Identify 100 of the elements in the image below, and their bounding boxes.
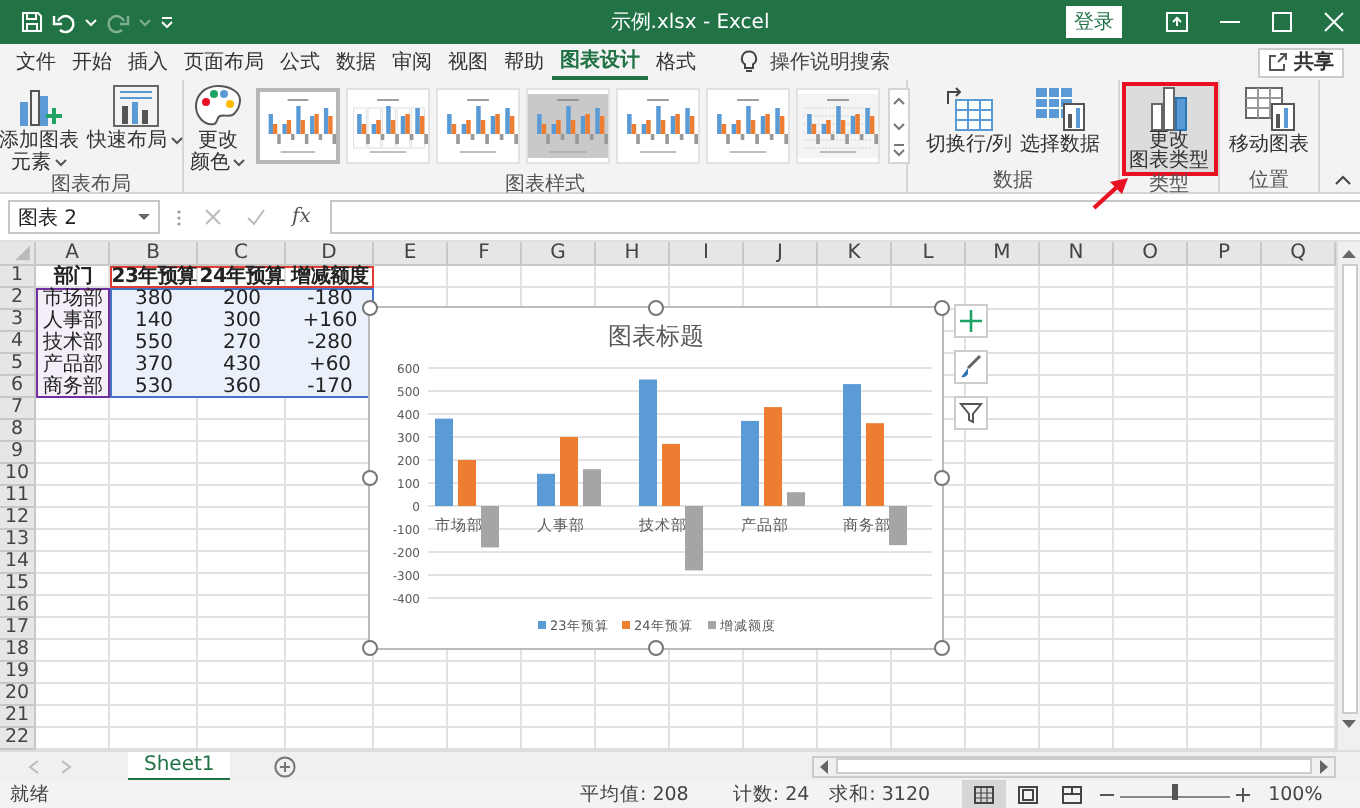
column-header[interactable]: A <box>36 242 110 266</box>
column-header[interactable]: P <box>1188 242 1262 266</box>
resize-handle[interactable] <box>934 640 950 656</box>
row-header[interactable]: 21 <box>0 706 36 728</box>
scroll-right-icon[interactable] <box>1320 759 1330 773</box>
quick-layout-button[interactable]: 快速布局 <box>85 84 185 152</box>
horizontal-scrollbar[interactable] <box>812 755 1336 777</box>
row-header[interactable]: 19 <box>0 662 36 684</box>
chart-bar <box>741 420 759 506</box>
row-header[interactable]: 16 <box>0 596 36 618</box>
resize-handle[interactable] <box>362 300 378 316</box>
close-icon[interactable] <box>1324 12 1344 32</box>
resize-handle[interactable] <box>648 640 664 656</box>
ribbon-tab[interactable]: 格式 <box>648 44 704 80</box>
column-header[interactable]: N <box>1040 242 1114 266</box>
column-header[interactable]: K <box>818 242 892 266</box>
row-header[interactable]: 11 <box>0 486 36 508</box>
column-header[interactable]: J <box>744 242 818 266</box>
row-header[interactable]: 7 <box>0 398 36 420</box>
ribbon-tab[interactable]: 视图 <box>440 44 496 80</box>
ribbon-tab[interactable]: 数据 <box>328 44 384 80</box>
column-header[interactable]: B <box>110 242 198 266</box>
row-header[interactable]: 17 <box>0 618 36 640</box>
resize-handle[interactable] <box>934 470 950 486</box>
ribbon-display-icon[interactable] <box>1166 12 1188 32</box>
caret-icon[interactable] <box>138 17 152 27</box>
column-header[interactable]: C <box>198 242 286 266</box>
name-box[interactable]: 图表 2 <box>8 200 160 234</box>
caret-icon[interactable] <box>138 213 150 221</box>
select-data-button[interactable]: 选择数据 <box>1018 84 1103 156</box>
normal-view-icon[interactable] <box>962 780 1007 808</box>
insert-function-button[interactable]: fx <box>284 206 319 228</box>
ribbon-tab[interactable]: 公式 <box>272 44 328 80</box>
undo-icon[interactable] <box>52 10 76 34</box>
column-header[interactable]: Q <box>1262 242 1336 266</box>
column-header[interactable]: H <box>596 242 670 266</box>
brush-icon[interactable] <box>954 350 988 384</box>
sign-in-button[interactable]: 登录 <box>1066 6 1122 38</box>
save-icon[interactable] <box>20 10 44 34</box>
row-header[interactable]: 6 <box>0 376 36 398</box>
add-sheet-icon[interactable] <box>274 755 297 777</box>
row-header[interactable]: 5 <box>0 354 36 376</box>
ribbon-tab[interactable]: 审阅 <box>384 44 440 80</box>
ribbon-tab[interactable]: 开始 <box>64 44 120 80</box>
column-header[interactable]: G <box>522 242 596 266</box>
row-header[interactable]: 12 <box>0 508 36 530</box>
customize-icon[interactable] <box>160 16 174 28</box>
row-header[interactable]: 18 <box>0 640 36 662</box>
column-header[interactable]: E <box>374 242 448 266</box>
zoom-in-icon[interactable] <box>1236 787 1251 801</box>
change-colors-button[interactable]: 更改 颜色 <box>188 84 248 174</box>
formula-field[interactable] <box>330 200 1360 234</box>
sheet-tab[interactable]: Sheet1 <box>128 751 231 781</box>
chart-elements-plus-icon[interactable] <box>954 304 988 338</box>
scroll-up-icon[interactable] <box>1342 248 1356 258</box>
row-header[interactable]: 2 <box>0 288 36 310</box>
scroll-down-icon[interactable] <box>1342 720 1356 730</box>
row-header[interactable]: 20 <box>0 684 36 706</box>
ribbon-tab[interactable]: 页面布局 <box>176 44 272 80</box>
row-header[interactable]: 8 <box>0 420 36 442</box>
vertical-scrollbar[interactable] <box>1336 242 1360 750</box>
share-icon[interactable] <box>1268 52 1288 72</box>
change-chart-type-button[interactable]: 更改 图表类型 <box>1123 84 1215 174</box>
zoom-level[interactable]: 100% <box>1268 783 1323 805</box>
row-header[interactable]: 10 <box>0 464 36 486</box>
column-header[interactable]: L <box>892 242 966 266</box>
resize-handle[interactable] <box>362 470 378 486</box>
row-header[interactable]: 14 <box>0 552 36 574</box>
add-chart-element-button[interactable]: 添加图表 元素 <box>0 84 81 174</box>
row-header[interactable]: 13 <box>0 530 36 552</box>
column-header[interactable]: M <box>966 242 1040 266</box>
ribbon-tab[interactable]: 文件 <box>8 44 64 80</box>
collapse-icon[interactable] <box>1334 174 1352 186</box>
row-header[interactable]: 9 <box>0 442 36 464</box>
chart-bar <box>662 443 680 506</box>
row-header[interactable]: 15 <box>0 574 36 596</box>
resize-handle[interactable] <box>934 300 950 316</box>
row-header[interactable]: 4 <box>0 332 36 354</box>
row-header[interactable]: 3 <box>0 310 36 332</box>
column-header[interactable]: O <box>1114 242 1188 266</box>
table-cell: 技术部 <box>36 332 110 354</box>
row-header[interactable]: 22 <box>0 728 36 750</box>
filter-icon[interactable] <box>954 396 988 430</box>
chart-style-thumbnail[interactable] <box>256 88 340 164</box>
move-chart-button[interactable]: 移动图表 <box>1227 84 1311 156</box>
maximize-icon[interactable] <box>1272 12 1292 32</box>
zoom-slider[interactable] <box>1120 788 1231 798</box>
ribbon-tab[interactable]: 插入 <box>120 44 176 80</box>
column-header[interactable]: D <box>286 242 374 266</box>
switch-row-column-button[interactable]: 切换行/列 <box>923 84 1015 156</box>
row-header[interactable]: 1 <box>0 266 36 288</box>
ribbon-tab[interactable]: 帮助 <box>496 44 552 80</box>
resize-handle[interactable] <box>648 300 664 316</box>
column-header[interactable]: I <box>670 242 744 266</box>
more-icon[interactable] <box>890 140 908 160</box>
column-header[interactable]: F <box>448 242 522 266</box>
resize-handle[interactable] <box>362 640 378 656</box>
share-button[interactable]: 共享 <box>1258 47 1344 77</box>
search-field[interactable]: 操作说明搜索 <box>770 48 890 76</box>
scroll-left-icon[interactable] <box>818 759 828 773</box>
